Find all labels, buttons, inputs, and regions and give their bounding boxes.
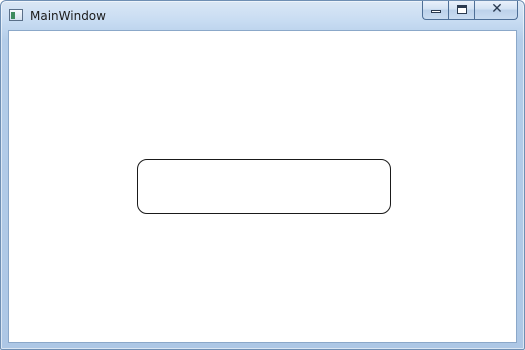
minimize-button[interactable] bbox=[422, 1, 448, 20]
rounded-border-box bbox=[137, 159, 391, 214]
title-bar[interactable]: MainWindow ✕ bbox=[1, 1, 524, 30]
minimize-icon bbox=[431, 10, 441, 13]
app-icon-pane bbox=[11, 12, 15, 19]
window-title: MainWindow bbox=[30, 9, 106, 23]
close-button[interactable]: ✕ bbox=[474, 1, 518, 20]
maximize-icon bbox=[457, 5, 467, 14]
close-icon: ✕ bbox=[491, 1, 503, 17]
maximize-button[interactable] bbox=[448, 1, 474, 20]
caption-buttons: ✕ bbox=[422, 1, 518, 20]
client-area bbox=[8, 30, 517, 343]
app-window-icon[interactable] bbox=[9, 9, 23, 21]
main-window: MainWindow ✕ bbox=[0, 0, 525, 350]
